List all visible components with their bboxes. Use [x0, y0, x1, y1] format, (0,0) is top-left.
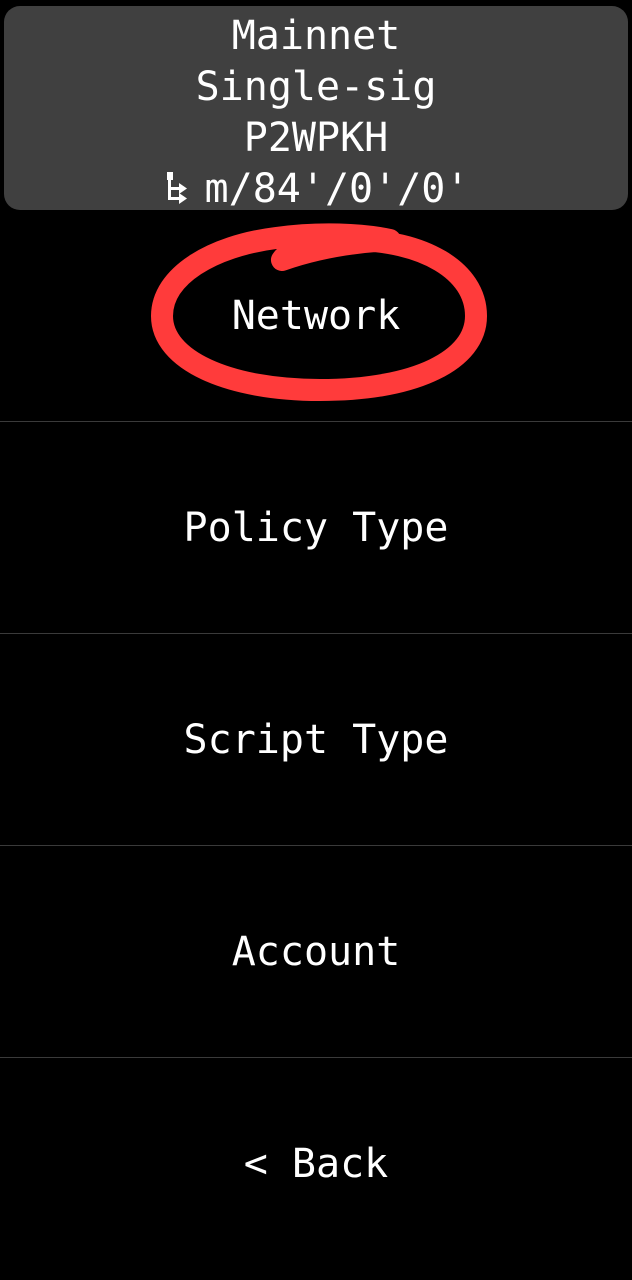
settings-menu: Network Policy Type Script Type Account …	[0, 210, 632, 1270]
back-button-label: < Back	[243, 1141, 389, 1187]
menu-item-label: Policy Type	[183, 504, 449, 551]
menu-item-network[interactable]: Network	[0, 210, 632, 422]
policy-label: Single-sig	[195, 64, 437, 110]
derivation-path-icon	[166, 172, 187, 204]
derivation-path-text: m/84'/0'/0'	[204, 166, 470, 212]
wallet-info-header: Mainnet Single-sig P2WPKH m/84'/0'/0'	[4, 6, 628, 212]
menu-item-policy-type[interactable]: Policy Type	[0, 422, 632, 634]
menu-item-script-type[interactable]: Script Type	[0, 634, 632, 846]
menu-item-label: Script Type	[183, 716, 449, 763]
menu-item-account[interactable]: Account	[0, 846, 632, 1058]
menu-item-label: Network	[231, 292, 401, 339]
derivation-row: m/84'/0'/0'	[4, 163, 628, 215]
back-button[interactable]: < Back	[0, 1058, 632, 1270]
menu-item-label: Account	[231, 928, 401, 975]
network-label: Mainnet	[231, 13, 401, 59]
script-label: P2WPKH	[243, 115, 389, 161]
